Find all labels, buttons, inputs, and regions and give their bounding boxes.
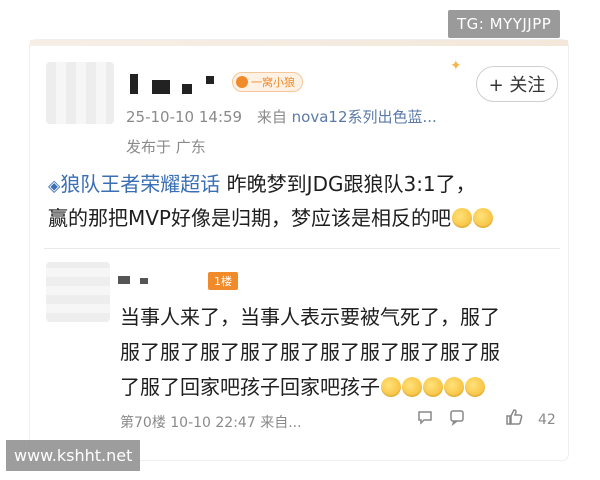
fan-badge: 一窝小狼 bbox=[232, 72, 303, 92]
reply-text: 当事人来了，当事人表示要被气死了，服了 服了服了服了服了服了服了服了服了服了服 … bbox=[120, 300, 560, 405]
cry-emoji-icon bbox=[423, 377, 443, 397]
site-watermark: www.kshht.net bbox=[6, 440, 141, 471]
post-text-line2: 赢的那把MVP好像是归期，梦应该是相反的吧 bbox=[48, 206, 451, 230]
floor-tag: 1楼 bbox=[208, 272, 238, 290]
divider bbox=[44, 248, 560, 249]
cry-emoji-icon bbox=[402, 377, 422, 397]
cry-emoji-icon bbox=[465, 377, 485, 397]
topic-link[interactable]: 狼队王者荣耀超话 bbox=[60, 172, 220, 196]
like-icon[interactable] bbox=[504, 406, 526, 428]
source-prefix: 来自 bbox=[256, 108, 287, 126]
post-location: 发布于 广东 bbox=[126, 138, 206, 156]
post-text-line1: 昨晚梦到JDG跟狼队3:1了， bbox=[226, 172, 476, 196]
cry-emoji-icon bbox=[444, 377, 464, 397]
laugh-cry-emoji-icon bbox=[473, 208, 493, 228]
post-meta: 25-10-10 14:59 来自 nova12系列出色蓝... bbox=[126, 106, 437, 127]
card-top-band bbox=[30, 40, 568, 46]
reply-line1: 当事人来了，当事人表示要被气死了，服了 bbox=[120, 305, 500, 329]
badge-icon bbox=[236, 76, 248, 88]
reply-line3: 了服了回家吧孩子回家吧孩子 bbox=[120, 375, 380, 399]
sparkle-icon: ✦ bbox=[450, 58, 462, 74]
follow-button[interactable]: + 关注 bbox=[476, 66, 558, 102]
post-avatar-blurred[interactable] bbox=[46, 62, 114, 124]
reply-meta: 第70楼 10-10 22:47 来自... bbox=[120, 415, 302, 431]
reply-line2: 服了服了服了服了服了服了服了服了服了服 bbox=[120, 340, 500, 364]
cry-emoji-icon bbox=[381, 377, 401, 397]
post-timestamp: 25-10-10 14:59 bbox=[126, 108, 243, 126]
reply-username-redacted[interactable] bbox=[118, 272, 198, 286]
reply-icon[interactable] bbox=[414, 406, 436, 428]
comment-icon[interactable] bbox=[446, 406, 468, 428]
post-source-device[interactable]: nova12系列出色蓝... bbox=[292, 108, 437, 126]
reply-avatar-blurred[interactable] bbox=[46, 262, 110, 322]
tg-watermark: TG: MYYJJPP bbox=[448, 10, 561, 38]
diamond-icon: ◈ bbox=[48, 176, 61, 195]
fan-badge-label: 一窝小狼 bbox=[251, 76, 295, 89]
laugh-cry-emoji-icon bbox=[452, 208, 472, 228]
like-count: 42 bbox=[538, 412, 556, 428]
post-text: ◈狼队王者荣耀超话 昨晚梦到JDG跟狼队3:1了， 赢的那把MVP好像是归期，梦… bbox=[48, 168, 558, 235]
